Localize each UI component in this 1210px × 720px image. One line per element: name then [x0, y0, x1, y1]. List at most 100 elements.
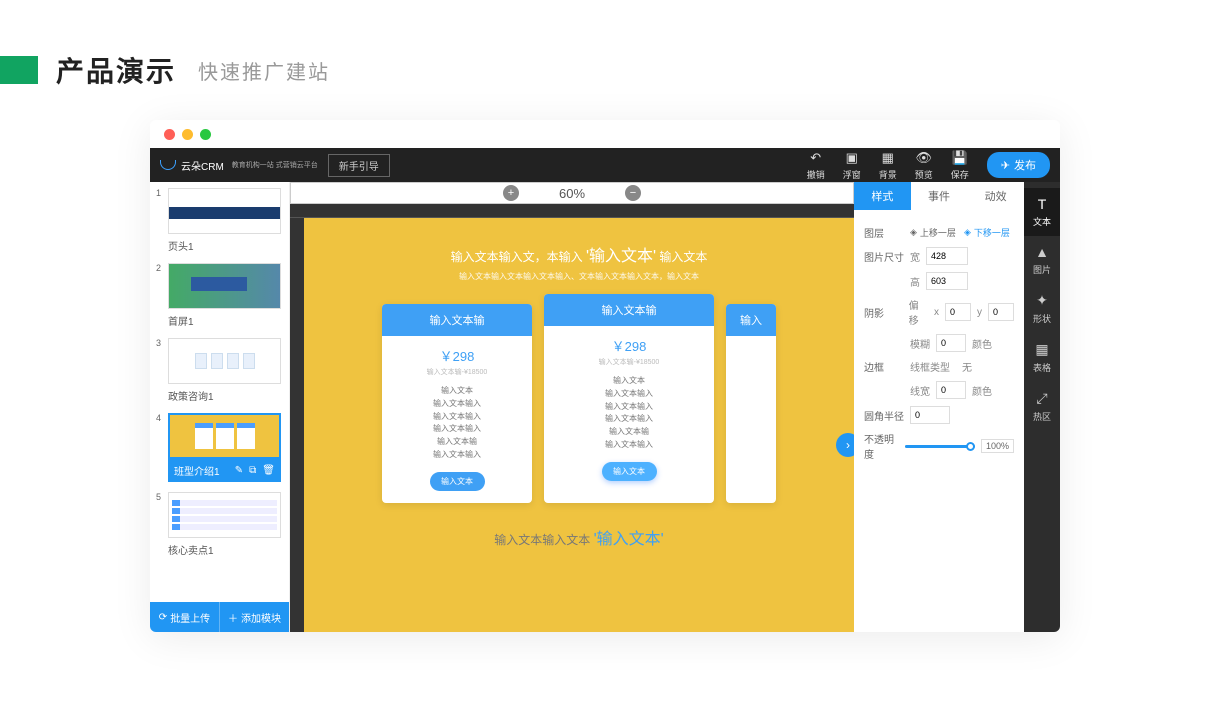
- edit-icon[interactable]: ✎: [235, 465, 243, 476]
- tab-style[interactable]: 样式: [854, 182, 911, 210]
- price-card-3[interactable]: 输入 ›: [726, 304, 776, 503]
- thumb-5[interactable]: 5 核心卖点1: [150, 486, 289, 561]
- sidebar-table[interactable]: ▦表格: [1024, 333, 1060, 382]
- hotspot-icon: ⤢: [1036, 390, 1047, 407]
- mac-titlebar: [150, 120, 1060, 148]
- background-button[interactable]: ▦背景: [879, 150, 897, 181]
- guide-button[interactable]: 新手引导: [328, 154, 390, 177]
- line-width-input[interactable]: [936, 381, 966, 399]
- background-icon: ▦: [882, 150, 894, 166]
- delete-icon[interactable]: 🗑: [262, 465, 275, 476]
- page-subtitle: 快速推广建站: [198, 56, 330, 85]
- eye-icon: 👁: [916, 150, 933, 166]
- copy-icon[interactable]: ⧉: [249, 465, 256, 476]
- price-card-2[interactable]: 输入文本输 ￥298 输入文本输-¥18500 输入文本输入文本输入输入文本输入…: [544, 294, 714, 503]
- minimize-dot[interactable]: [182, 129, 193, 140]
- thumb-4[interactable]: 4 班型介绍1 ✎ ⧉ 🗑: [150, 407, 289, 486]
- height-input[interactable]: [926, 272, 968, 290]
- opacity-slider[interactable]: [905, 445, 975, 448]
- undo-button[interactable]: ↶撤销: [807, 150, 825, 181]
- price-card-1[interactable]: 输入文本输 ￥298 输入文本输-¥18500 输入文本输入文本输入输入文本输入…: [382, 304, 532, 503]
- add-module-button[interactable]: ＋添加模块: [220, 602, 289, 632]
- zoom-bar: + 60% −: [290, 182, 854, 204]
- sidebar-hotspot[interactable]: ⤢热区: [1024, 382, 1060, 431]
- sidebar-shape[interactable]: ✦形状: [1024, 284, 1060, 333]
- page-header: 产品演示 快速推广建站: [0, 0, 1210, 120]
- opacity-label: 不透明度: [864, 431, 899, 461]
- upload-icon: ⟳: [159, 612, 167, 623]
- image-icon: ▲: [1035, 244, 1049, 260]
- save-icon: 💾: [952, 150, 968, 166]
- canvas-area: + 60% − 输入文本输入文，本输入 '输入文本' 输入文本 输入文本输入文本…: [290, 182, 854, 632]
- layer-label: 图层: [864, 225, 904, 240]
- zoom-out-button[interactable]: −: [625, 185, 641, 201]
- line-type-select[interactable]: 无: [962, 359, 972, 374]
- price-cards-row: 输入文本输 ￥298 输入文本输-¥18500 输入文本输入文本输入输入文本输入…: [334, 304, 824, 503]
- thumbnails-panel: 1 页头1 2 首屏1 3 政策咨询1 4: [150, 182, 290, 632]
- ruler-horizontal: [290, 204, 854, 218]
- card-button[interactable]: 输入文本: [602, 462, 657, 481]
- logo-text: 云朵CRM: [181, 158, 224, 173]
- width-input[interactable]: [926, 247, 968, 265]
- right-tabs: 样式 事件 动效: [854, 182, 1024, 210]
- shadow-y-input[interactable]: [988, 303, 1014, 321]
- accent-bar: [0, 56, 38, 84]
- thumb-label: 核心卖点1: [168, 542, 281, 557]
- plane-icon: ✈: [1001, 159, 1010, 172]
- plus-icon: ＋: [228, 610, 238, 625]
- layer-down-button[interactable]: ◈ 下移一层: [964, 226, 1010, 239]
- logo[interactable]: 云朵CRM 教育机构一站 式营销云平台: [160, 158, 318, 173]
- shadow-x-input[interactable]: [945, 303, 971, 321]
- thumb-preview: [168, 338, 281, 384]
- thumb-label-active: 班型介绍1 ✎ ⧉ 🗑: [168, 459, 281, 482]
- grid-icon: ▦: [1035, 341, 1048, 358]
- blur-input[interactable]: [936, 334, 966, 352]
- maximize-dot[interactable]: [200, 129, 211, 140]
- text-icon: T: [1038, 196, 1047, 212]
- thumb-3[interactable]: 3 政策咨询1: [150, 332, 289, 407]
- thumb-label: 页头1: [168, 238, 281, 253]
- shape-icon: ✦: [1036, 292, 1048, 309]
- ruler-vertical: [290, 218, 304, 632]
- thumb-preview: [168, 263, 281, 309]
- float-button[interactable]: ▣浮窗: [843, 150, 861, 181]
- size-label: 图片尺寸: [864, 249, 904, 264]
- card-button[interactable]: 输入文本: [430, 472, 485, 491]
- save-button[interactable]: 💾保存: [951, 150, 969, 181]
- undo-icon: ↶: [810, 150, 821, 166]
- page-title: 产品演示: [56, 50, 176, 90]
- thumb-label: 政策咨询1: [168, 388, 281, 403]
- sidebar-image[interactable]: ▲图片: [1024, 236, 1060, 284]
- cloud-icon: [160, 160, 176, 170]
- thumb-label: 首屏1: [168, 313, 281, 328]
- opacity-value: 100%: [981, 439, 1014, 453]
- canvas[interactable]: 输入文本输入文，本输入 '输入文本' 输入文本 输入文本输入文本输入文本输入、文…: [304, 218, 854, 632]
- thumb-1[interactable]: 1 页头1: [150, 182, 289, 257]
- tab-event[interactable]: 事件: [911, 182, 968, 210]
- tab-animation[interactable]: 动效: [967, 182, 1024, 210]
- logo-subtext: 教育机构一站 式营销云平台: [232, 162, 318, 169]
- hero-text: 输入文本输入文，本输入 '输入文本' 输入文本 输入文本输入文本输入文本输入、文…: [334, 242, 824, 282]
- layer-up-button[interactable]: ◈ 上移一层: [910, 226, 956, 239]
- radius-input[interactable]: [910, 406, 950, 424]
- float-icon: ▣: [846, 150, 858, 166]
- thumb-2[interactable]: 2 首屏1: [150, 257, 289, 332]
- editor-body: 1 页头1 2 首屏1 3 政策咨询1 4: [150, 182, 1060, 632]
- radius-label: 圆角半径: [864, 408, 904, 423]
- close-dot[interactable]: [164, 129, 175, 140]
- shadow-label: 阴影: [864, 305, 903, 320]
- border-label: 边框: [864, 359, 904, 374]
- batch-upload-button[interactable]: ⟳批量上传: [150, 602, 220, 632]
- thumb-preview: [168, 492, 281, 538]
- zoom-in-button[interactable]: +: [503, 185, 519, 201]
- thumb-preview: [168, 413, 281, 459]
- zoom-value: 60%: [559, 186, 585, 201]
- right-sidebar: T文本 ▲图片 ✦形状 ▦表格 ⤢热区: [1024, 182, 1060, 632]
- publish-button[interactable]: ✈发布: [987, 152, 1050, 178]
- toolbar-icons: ↶撤销 ▣浮窗 ▦背景 👁预览 💾保存: [807, 150, 969, 181]
- app-window: 云朵CRM 教育机构一站 式营销云平台 新手引导 ↶撤销 ▣浮窗 ▦背景 👁预览…: [150, 120, 1060, 632]
- thumb-bottom-bar: ⟳批量上传 ＋添加模块: [150, 602, 289, 632]
- sidebar-text[interactable]: T文本: [1024, 188, 1060, 236]
- preview-button[interactable]: 👁预览: [915, 150, 933, 181]
- topbar: 云朵CRM 教育机构一站 式营销云平台 新手引导 ↶撤销 ▣浮窗 ▦背景 👁预览…: [150, 148, 1060, 182]
